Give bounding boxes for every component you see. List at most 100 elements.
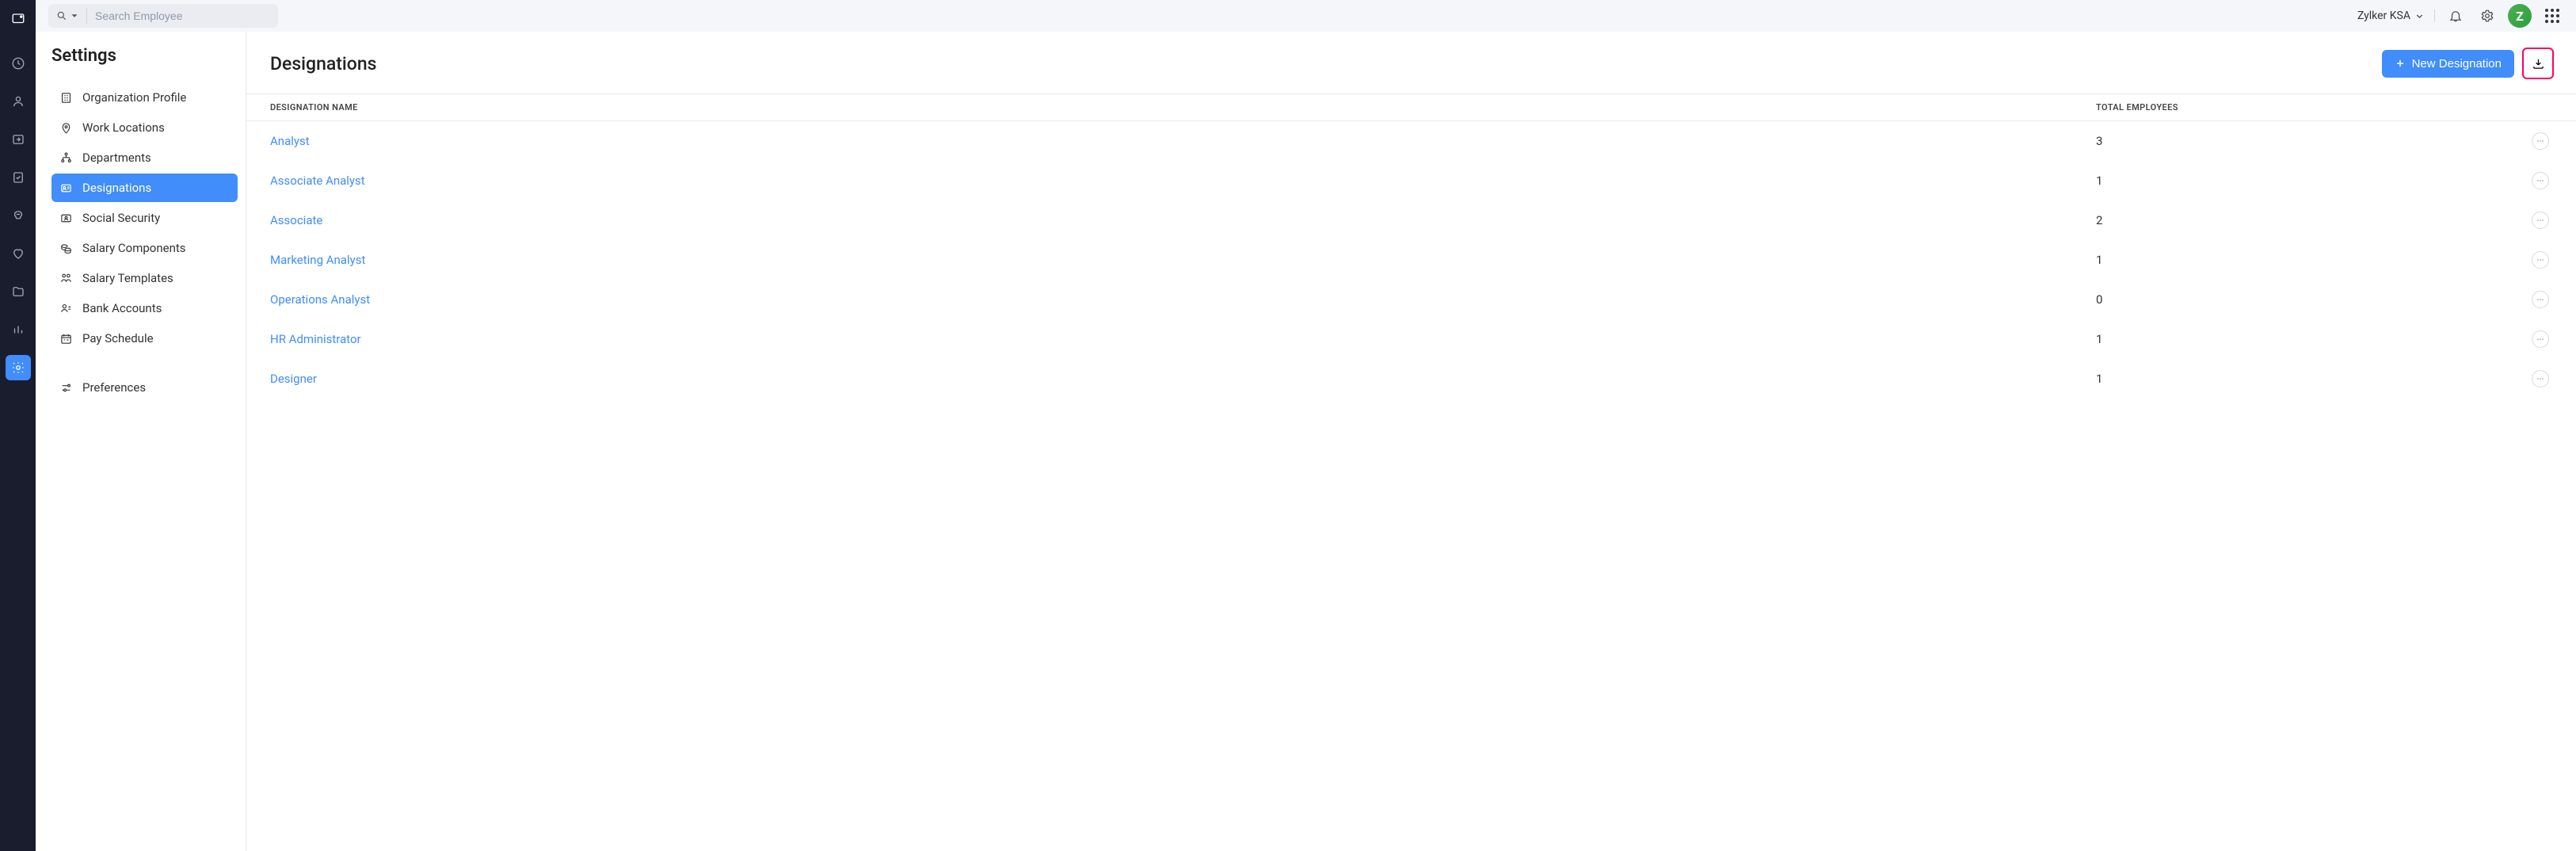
org-name: Zylker KSA — [2357, 10, 2410, 22]
chevron-down-icon — [2414, 11, 2425, 21]
settings-item-salary-components[interactable]: Salary Components — [51, 234, 238, 262]
header-settings-button[interactable] — [2476, 5, 2498, 27]
more-horizontal-icon — [2536, 216, 2545, 225]
settings-sidebar: Settings Organization Profile Work Locati… — [36, 32, 246, 851]
template-icon — [59, 272, 73, 285]
apps-grid-icon — [2545, 9, 2559, 23]
row-actions-button[interactable] — [2532, 132, 2549, 150]
settings-item-label: Work Locations — [82, 120, 165, 135]
nav-dashboard-icon[interactable] — [6, 51, 31, 76]
building-icon — [59, 91, 73, 105]
coins-icon — [59, 242, 73, 255]
row-actions-button[interactable] — [2532, 370, 2549, 387]
settings-item-label: Salary Templates — [82, 271, 173, 285]
settings-item-designations[interactable]: Designations — [51, 174, 238, 202]
settings-item-work-locations[interactable]: Work Locations — [51, 113, 238, 142]
search-scope-dropdown[interactable] — [56, 10, 86, 21]
table-row: Analyst 3 — [246, 121, 2576, 162]
caret-down-icon — [69, 10, 80, 21]
column-header-count: TOTAL EMPLOYEES — [2072, 94, 2508, 121]
settings-item-label: Preferences — [82, 380, 146, 395]
settings-item-salary-templates[interactable]: Salary Templates — [51, 264, 238, 292]
nav-loans-icon[interactable] — [6, 203, 31, 228]
plus-icon — [2395, 58, 2406, 69]
bank-icon — [59, 302, 73, 315]
table-row: HR Administrator 1 — [246, 319, 2576, 359]
employee-count: 0 — [2072, 280, 2508, 319]
avatar[interactable]: Z — [2508, 4, 2532, 28]
settings-menu: Organization Profile Work Locations Depart… — [51, 83, 238, 402]
nav-benefits-icon[interactable] — [6, 241, 31, 266]
settings-item-preferences[interactable]: Preferences — [51, 373, 238, 402]
designation-link[interactable]: HR Administrator — [270, 332, 361, 346]
app-logo-icon[interactable] — [6, 6, 31, 32]
settings-item-label: Organization Profile — [82, 90, 186, 105]
nav-reports-icon[interactable] — [6, 317, 31, 342]
nav-documents-icon[interactable] — [6, 279, 31, 304]
nav-settings-icon[interactable] — [6, 355, 31, 380]
table-row: Designer 1 — [246, 359, 2576, 399]
notifications-button[interactable] — [2445, 5, 2467, 27]
new-designation-button[interactable]: New Designation — [2382, 50, 2514, 78]
more-horizontal-icon — [2536, 255, 2545, 265]
row-actions-button[interactable] — [2532, 330, 2549, 348]
nav-employees-icon[interactable] — [6, 89, 31, 114]
column-header-name: DESIGNATION NAME — [246, 94, 2072, 121]
nav-rail — [0, 0, 36, 851]
designation-link[interactable]: Designer — [270, 372, 317, 386]
apps-menu-button[interactable] — [2541, 5, 2563, 27]
pin-icon — [59, 121, 73, 135]
settings-item-label: Pay Schedule — [82, 331, 154, 345]
settings-item-departments[interactable]: Departments — [51, 143, 238, 172]
more-horizontal-icon — [2536, 176, 2545, 185]
employee-count: 3 — [2072, 121, 2508, 162]
orgtree-icon — [59, 151, 73, 165]
table-row: Marketing Analyst 1 — [246, 240, 2576, 280]
calendar-icon — [59, 332, 73, 345]
table-row: Operations Analyst 0 — [246, 280, 2576, 319]
nav-approvals-icon[interactable] — [6, 165, 31, 190]
idcard-icon — [59, 181, 73, 195]
row-actions-button[interactable] — [2532, 212, 2549, 229]
page-content: Designations New Designation DESIGNATION… — [246, 32, 2576, 851]
more-horizontal-icon — [2536, 136, 2545, 146]
row-actions-button[interactable] — [2532, 251, 2549, 269]
settings-item-organization-profile[interactable]: Organization Profile — [51, 83, 238, 112]
designation-link[interactable]: Associate — [270, 213, 322, 227]
more-horizontal-icon — [2536, 295, 2545, 304]
designation-link[interactable]: Marketing Analyst — [270, 253, 365, 267]
topbar: Zylker KSA Z — [36, 0, 2576, 32]
page-header: Designations New Designation — [246, 32, 2576, 93]
more-horizontal-icon — [2536, 374, 2545, 384]
more-horizontal-icon — [2536, 334, 2545, 344]
employee-count: 1 — [2072, 240, 2508, 280]
designation-link[interactable]: Analyst — [270, 134, 310, 148]
settings-item-label: Social Security — [82, 211, 160, 225]
settings-item-pay-schedule[interactable]: Pay Schedule — [51, 324, 238, 353]
import-button[interactable] — [2522, 48, 2554, 79]
nav-payruns-icon[interactable] — [6, 127, 31, 152]
settings-item-label: Salary Components — [82, 241, 186, 255]
settings-item-label: Designations — [82, 181, 151, 195]
sliders-icon — [59, 381, 73, 395]
employee-count: 1 — [2072, 161, 2508, 200]
designation-link[interactable]: Associate Analyst — [270, 174, 365, 188]
designation-link[interactable]: Operations Analyst — [270, 292, 370, 307]
row-actions-button[interactable] — [2532, 172, 2549, 189]
search-group — [48, 4, 278, 28]
bell-icon — [2448, 9, 2463, 23]
settings-title: Settings — [51, 46, 238, 66]
org-switcher[interactable]: Zylker KSA — [2357, 10, 2435, 22]
settings-item-label: Departments — [82, 151, 151, 165]
page-title: Designations — [270, 53, 377, 74]
settings-item-label: Bank Accounts — [82, 301, 162, 315]
new-designation-label: New Designation — [2412, 57, 2502, 71]
search-input[interactable] — [86, 8, 270, 24]
settings-item-social-security[interactable]: Social Security — [51, 204, 238, 232]
row-actions-button[interactable] — [2532, 291, 2549, 308]
employee-count: 1 — [2072, 319, 2508, 359]
settings-item-bank-accounts[interactable]: Bank Accounts — [51, 294, 238, 322]
employee-count: 1 — [2072, 359, 2508, 399]
table-row: Associate 2 — [246, 200, 2576, 240]
employee-count: 2 — [2072, 200, 2508, 240]
